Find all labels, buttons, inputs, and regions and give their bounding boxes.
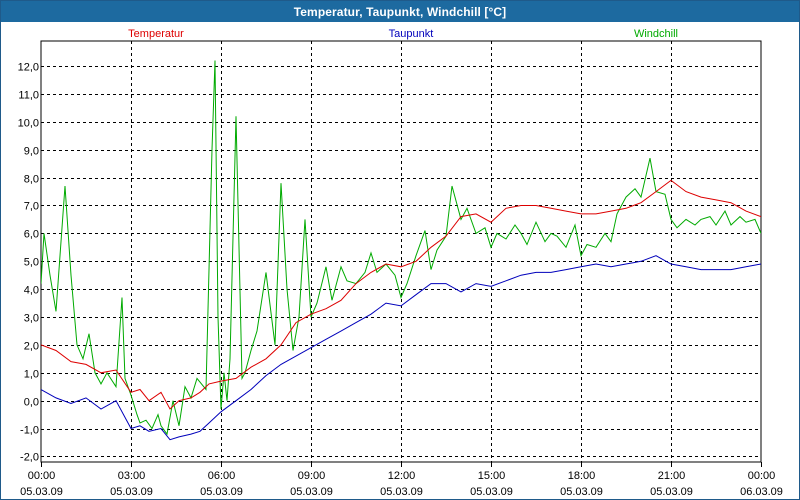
y-tick-label: 12,0 [18, 62, 39, 74]
x-tick-label-time: 03:00 [118, 470, 146, 482]
x-tick-label-date: 05.03.09 [650, 486, 693, 498]
y-tick-label: 3,0 [24, 313, 39, 325]
x-tick-label-date: 05.03.09 [380, 486, 423, 498]
y-tick-label: 0,0 [24, 397, 39, 409]
x-tick-label-time: 12:00 [388, 470, 416, 482]
x-tick-label-date: 05.03.09 [290, 486, 333, 498]
y-tick-label: -2,0 [20, 452, 39, 464]
line-chart: -2,0 -1,0 0,0 1,0 2,0 3,0 4,0 5,0 6,0 7,0 8,0 9,0 10… [18, 28, 783, 498]
y-tick-label: 10,0 [18, 118, 39, 130]
chart-window: Temperatur, Taupunkt, Windchill [°C] -2,… [0, 0, 800, 500]
x-tick-label-date: 05.03.09 [560, 486, 603, 498]
x-tick-label-date: 05.03.09 [200, 486, 243, 498]
y-tick-label: 4,0 [24, 285, 39, 297]
y-tick-label: 9,0 [24, 146, 39, 158]
legend-taupunkt: Taupunkt [389, 28, 434, 40]
x-tick-label-time: 09:00 [298, 470, 326, 482]
y-tick-label: 5,0 [24, 257, 39, 269]
y-tick-label: -1,0 [20, 425, 39, 437]
x-tick-label-date: 06.03.09 [740, 486, 783, 498]
x-tick-label-time: 00:00 [28, 470, 56, 482]
legend-windchill: Windchill [634, 28, 678, 40]
x-tick-label-time: 06:00 [208, 470, 236, 482]
y-tick-label: 1,0 [24, 369, 39, 381]
y-tick-label: 6,0 [24, 229, 39, 241]
x-tick-label-date: 05.03.09 [20, 486, 63, 498]
x-tick-label-time: 15:00 [478, 470, 506, 482]
x-tick-label-time: 18:00 [568, 470, 596, 482]
y-tick-label: 11,0 [18, 90, 39, 102]
y-tick-label: 8,0 [24, 174, 39, 186]
x-tick-label-date: 05.03.09 [110, 486, 153, 498]
y-tick-label: 2,0 [24, 341, 39, 353]
x-tick-label-time: 21:00 [658, 470, 686, 482]
y-tick-label: 7,0 [24, 201, 39, 213]
x-tick-label-time: 00:00 [748, 470, 776, 482]
legend-temperatur: Temperatur [128, 28, 184, 40]
x-tick-label-date: 05.03.09 [470, 486, 513, 498]
